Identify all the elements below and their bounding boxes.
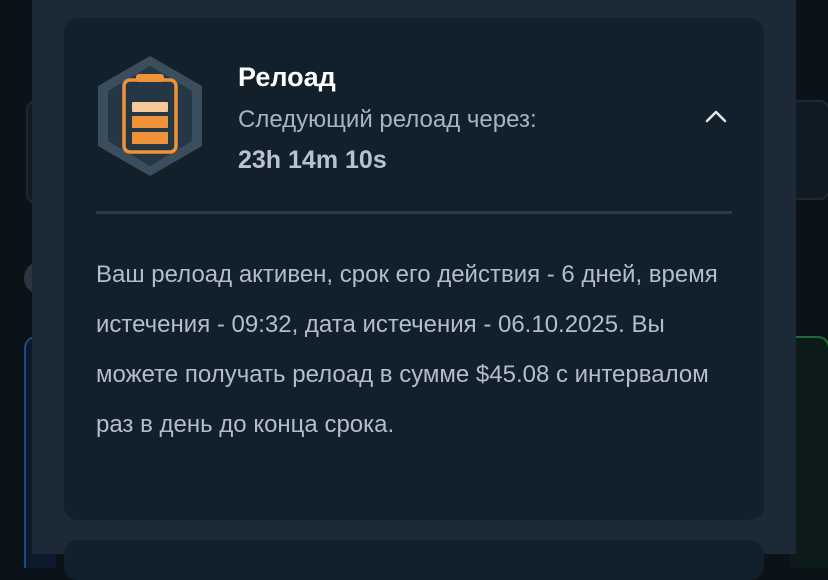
bonus-modal: Релоад Следующий релоад через: 23h 14m 1… xyxy=(32,0,796,580)
next-reload-label: Следующий релоад через: xyxy=(238,106,537,133)
collapse-button[interactable] xyxy=(696,96,736,136)
reload-description: Ваш релоад активен, срок его действия - … xyxy=(96,261,718,438)
next-card xyxy=(64,540,764,580)
divider xyxy=(96,211,732,214)
reload-title: Релоад xyxy=(238,62,336,92)
reload-countdown: 23h 14m 10s xyxy=(238,146,387,174)
reload-card: Релоад Следующий релоад через: 23h 14m 1… xyxy=(64,18,764,520)
battery-icon xyxy=(94,54,206,178)
chevron-up-icon xyxy=(705,110,727,123)
